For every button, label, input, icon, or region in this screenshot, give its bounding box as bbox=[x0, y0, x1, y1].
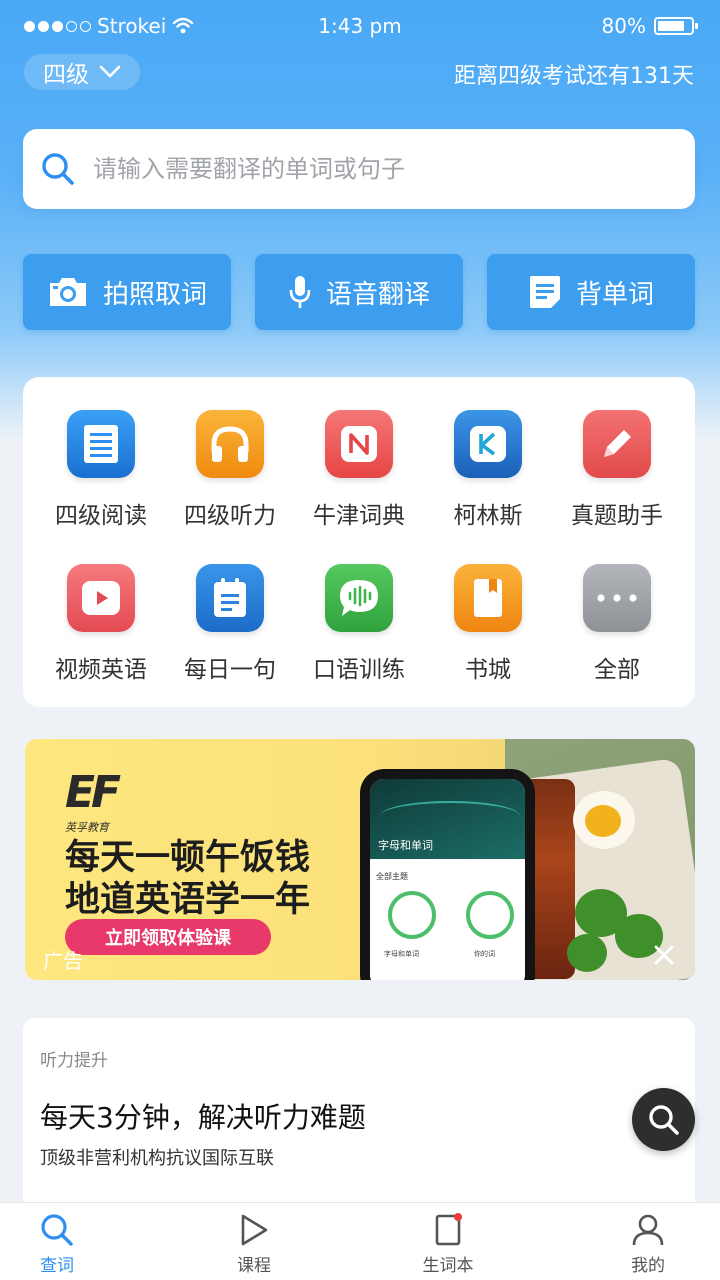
bookstore-icon bbox=[454, 564, 522, 632]
exam-level-selector[interactable]: 四级 bbox=[24, 54, 140, 90]
oxford-n-icon bbox=[325, 410, 393, 478]
video-play-icon bbox=[67, 564, 135, 632]
exam-countdown: 距离四级考试还有131天 bbox=[454, 64, 694, 89]
banner-headline: 每天一顿午饭钱 地道英语学一年 bbox=[65, 837, 310, 921]
ef-logo-subtitle: 英孚教育 bbox=[65, 821, 109, 834]
play-icon bbox=[241, 1214, 268, 1246]
feature-label: 口语训练 bbox=[313, 657, 405, 683]
search-icon bbox=[42, 153, 74, 185]
battery-percentage: 80% bbox=[601, 14, 646, 38]
feature-label: 四级阅读 bbox=[55, 503, 147, 529]
feature-grid: 四级阅读 四级听力 牛津词典 柯林斯 真题助手 视频英语 每日一句 口语训练 书… bbox=[23, 377, 695, 707]
bottom-tab-bar: 查词 课程 生词本 我的 bbox=[0, 1202, 720, 1280]
feature-all[interactable]: 全部 bbox=[553, 564, 681, 704]
search-bar[interactable] bbox=[23, 129, 695, 209]
voice-translate-label: 语音翻译 bbox=[325, 279, 430, 310]
headphones-icon bbox=[196, 410, 264, 478]
feature-cet4-listening[interactable]: 四级听力 bbox=[166, 410, 294, 550]
banner-headline-line1: 每天一顿午饭钱 bbox=[65, 838, 311, 878]
tab-lookup[interactable]: 查词 bbox=[7, 1213, 107, 1276]
tab-label: 生词本 bbox=[422, 1256, 474, 1276]
phone-section: 全部主题 bbox=[376, 872, 408, 881]
close-icon bbox=[654, 945, 674, 965]
feature-label: 全部 bbox=[594, 657, 640, 683]
phone-progress-circle bbox=[388, 891, 436, 939]
feature-label: 书城 bbox=[465, 657, 511, 683]
article-category: 听力提升 bbox=[40, 1051, 108, 1071]
phone-title: 字母和单词 bbox=[378, 839, 433, 852]
notification-dot bbox=[454, 1213, 462, 1221]
feature-oxford-dictionary[interactable]: 牛津词典 bbox=[295, 410, 423, 550]
microphone-icon bbox=[289, 276, 311, 308]
pencil-icon bbox=[583, 410, 651, 478]
notes-icon bbox=[529, 276, 560, 308]
memorize-words-button[interactable]: 背单词 bbox=[487, 254, 695, 330]
tab-label: 课程 bbox=[237, 1256, 271, 1276]
voice-translate-button[interactable]: 语音翻译 bbox=[255, 254, 463, 330]
search-icon bbox=[648, 1104, 679, 1135]
feature-exam-assistant[interactable]: 真题助手 bbox=[553, 410, 681, 550]
search-input[interactable] bbox=[93, 155, 653, 183]
feature-label: 牛津词典 bbox=[313, 503, 405, 529]
phone-item-caption: 字母和单词 bbox=[384, 950, 419, 958]
exam-level-label: 四级 bbox=[43, 62, 89, 88]
chevron-down-icon bbox=[99, 65, 121, 78]
memorize-words-label: 背单词 bbox=[575, 279, 654, 310]
feature-speaking-practice[interactable]: 口语训练 bbox=[295, 564, 423, 704]
feature-collins[interactable]: 柯林斯 bbox=[424, 410, 552, 550]
more-dots-icon bbox=[583, 564, 651, 632]
feature-video-english[interactable]: 视频英语 bbox=[37, 564, 165, 704]
ad-label: 广告 bbox=[43, 949, 83, 973]
speech-bubble-icon bbox=[325, 564, 393, 632]
daily-note-icon bbox=[196, 564, 264, 632]
reading-icon bbox=[67, 410, 135, 478]
tab-courses[interactable]: 课程 bbox=[204, 1213, 304, 1276]
battery-level bbox=[658, 21, 684, 31]
status-bar: Strokei 1:43 pm 80% bbox=[0, 0, 720, 52]
search-icon bbox=[41, 1214, 73, 1246]
collins-k-icon bbox=[454, 410, 522, 478]
photo-lookup-label: 拍照取词 bbox=[102, 279, 207, 310]
profile-icon bbox=[632, 1214, 664, 1246]
article-description: 顶级非营利机构抗议国际互联 bbox=[40, 1148, 274, 1169]
camera-icon bbox=[49, 278, 86, 306]
feature-daily-sentence[interactable]: 每日一句 bbox=[166, 564, 294, 704]
close-ad-button[interactable] bbox=[653, 943, 675, 971]
floating-search-button[interactable] bbox=[632, 1088, 695, 1151]
photo-lookup-button[interactable]: 拍照取词 bbox=[23, 254, 231, 330]
feature-label: 视频英语 bbox=[55, 657, 147, 683]
feature-label: 真题助手 bbox=[571, 503, 663, 529]
tab-label: 查词 bbox=[40, 1256, 74, 1276]
tab-label: 我的 bbox=[631, 1256, 665, 1276]
battery-group: 80% bbox=[601, 14, 698, 38]
feature-cet4-reading[interactable]: 四级阅读 bbox=[37, 410, 165, 550]
banner-headline-line2: 地道英语学一年 bbox=[65, 880, 311, 920]
feature-label: 柯林斯 bbox=[453, 503, 523, 529]
feature-bookstore[interactable]: 书城 bbox=[424, 564, 552, 704]
article-title[interactable]: 每天3分钟，解决听力难题 bbox=[40, 1096, 366, 1136]
banner-cta-button[interactable]: 立即领取体验课 bbox=[65, 919, 271, 955]
tab-profile[interactable]: 我的 bbox=[598, 1213, 698, 1276]
phone-progress-circle bbox=[466, 891, 514, 939]
ef-logo: EF bbox=[65, 767, 121, 818]
feature-label: 每日一句 bbox=[184, 657, 276, 683]
phone-mockup: 字母和单词 全部主题 字母和单词 你的词 bbox=[360, 769, 535, 980]
article-card[interactable]: 听力提升 每天3分钟，解决听力难题 顶级非营利机构抗议国际互联 bbox=[23, 1018, 695, 1218]
battery-icon bbox=[654, 17, 698, 35]
phone-item-caption: 你的词 bbox=[474, 950, 495, 958]
ad-banner[interactable]: EF 英孚教育 每天一顿午饭钱 地道英语学一年 立即领取体验课 字母和单词 全部… bbox=[25, 739, 695, 980]
feature-label: 四级听力 bbox=[184, 503, 276, 529]
tab-wordbook[interactable]: 生词本 bbox=[398, 1213, 498, 1276]
